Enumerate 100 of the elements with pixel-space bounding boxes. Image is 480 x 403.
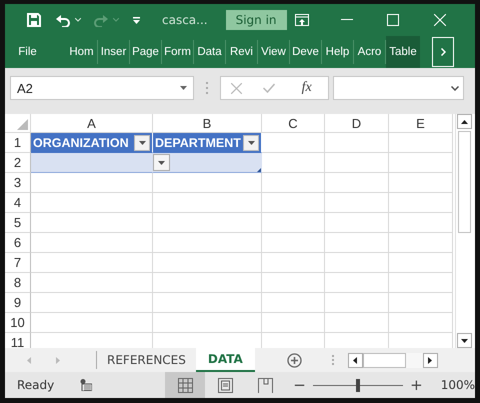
maximize-icon[interactable] (386, 14, 399, 26)
table-cell[interactable] (325, 253, 389, 273)
table-header-cell[interactable]: ORGANIZATION (31, 133, 153, 153)
table-cell[interactable] (325, 213, 389, 233)
column-header[interactable]: C (262, 114, 325, 133)
table-cell[interactable] (153, 193, 262, 213)
table-cell[interactable] (153, 173, 262, 193)
table-cell[interactable] (262, 293, 325, 313)
sign-in-button[interactable]: Sign in (226, 10, 287, 30)
column-header[interactable]: E (389, 114, 453, 133)
table-cell[interactable] (31, 253, 153, 273)
filter-button[interactable] (243, 134, 259, 150)
row-header[interactable]: 7 (5, 253, 31, 273)
row-header[interactable]: 9 (5, 293, 31, 313)
sheet-tab[interactable]: REFERENCES (97, 348, 196, 372)
scroll-thumb[interactable] (458, 131, 471, 233)
undo-icon[interactable] (55, 13, 71, 27)
left-arrow-icon[interactable] (27, 356, 31, 364)
drag-handle-icon[interactable] (206, 82, 208, 94)
table-cell[interactable] (262, 213, 325, 233)
ribbon-tab[interactable]: View (258, 40, 290, 64)
zoom-out-button[interactable]: − (289, 376, 310, 394)
expand-icon[interactable] (451, 86, 459, 90)
table-cell[interactable] (262, 173, 325, 193)
column-header[interactable]: B (153, 114, 262, 133)
minimize-icon[interactable] (340, 19, 353, 21)
column-header[interactable]: A (31, 114, 153, 133)
table-cell[interactable] (389, 293, 453, 313)
table-cell[interactable] (389, 153, 453, 173)
ribbon-tab[interactable]: Hom (66, 40, 98, 64)
table-cell[interactable] (389, 233, 453, 253)
table-cell[interactable] (262, 253, 325, 273)
table-cell[interactable] (31, 153, 153, 173)
table-cell[interactable] (325, 233, 389, 253)
close-icon[interactable] (434, 14, 446, 26)
table-cell[interactable] (389, 313, 453, 333)
list-dropdown-button[interactable] (153, 154, 170, 171)
table-cell[interactable] (325, 133, 389, 153)
row-header[interactable]: 6 (5, 233, 31, 253)
row-header[interactable]: 8 (5, 273, 31, 293)
sheet-tab[interactable]: DATA (196, 348, 255, 372)
ribbon-tab[interactable]: Table (386, 36, 420, 68)
table-cell[interactable] (262, 273, 325, 293)
filter-button[interactable] (134, 134, 150, 150)
vertical-scrollbar[interactable] (455, 114, 473, 348)
ribbon-tab[interactable]: Deve (290, 40, 322, 64)
table-cell[interactable] (389, 173, 453, 193)
table-cell[interactable] (262, 153, 325, 173)
ribbon-tab[interactable]: Help (322, 40, 354, 64)
drag-handle-icon[interactable] (332, 355, 334, 365)
resize-handle-icon[interactable] (257, 168, 261, 172)
table-cell[interactable] (31, 313, 153, 333)
row-header[interactable]: 5 (5, 213, 31, 233)
table-cell[interactable] (31, 293, 153, 313)
table-cell[interactable] (262, 133, 325, 153)
table-cell[interactable] (153, 233, 262, 253)
table-cell[interactable] (262, 193, 325, 213)
dropdown-icon[interactable] (180, 86, 187, 90)
formula-input[interactable] (333, 76, 464, 100)
ribbon-tab[interactable]: Inser (98, 40, 130, 64)
ribbon-tab[interactable]: Page (130, 40, 162, 64)
row-header[interactable]: 4 (5, 193, 31, 213)
customize-icon[interactable] (133, 16, 140, 24)
table-cell[interactable] (31, 213, 153, 233)
horizontal-scrollbar[interactable] (348, 352, 438, 368)
scroll-up-button[interactable] (457, 114, 472, 129)
scroll-left-button[interactable] (348, 352, 363, 368)
table-cell[interactable] (325, 173, 389, 193)
table-cell[interactable] (325, 193, 389, 213)
table-cell[interactable] (153, 293, 262, 313)
caret-icon[interactable] (75, 18, 81, 22)
table-cell[interactable] (389, 213, 453, 233)
insert-function-button[interactable]: fx (296, 79, 318, 97)
save-icon[interactable] (27, 13, 41, 27)
zoom-in-button[interactable]: + (406, 376, 427, 394)
slider-thumb[interactable] (356, 378, 360, 392)
row-header[interactable]: 3 (5, 173, 31, 193)
scroll-right-button[interactable] (422, 352, 438, 368)
accessibility-icon[interactable] (80, 379, 92, 391)
ribbon-tab[interactable]: Data (194, 40, 226, 64)
table-cell[interactable] (153, 153, 262, 173)
view-button[interactable] (165, 372, 206, 398)
name-box[interactable]: A2 (10, 76, 194, 100)
scroll-tabs-button[interactable] (432, 37, 454, 67)
table-cell[interactable] (325, 273, 389, 293)
scroll-thumb[interactable] (362, 352, 406, 368)
table-cell[interactable] (31, 193, 153, 213)
table-cell[interactable] (153, 213, 262, 233)
scroll-down-button[interactable] (457, 333, 472, 348)
table-cell[interactable] (153, 253, 262, 273)
table-cell[interactable] (153, 313, 262, 333)
table-cell[interactable] (389, 253, 453, 273)
table-cell[interactable] (325, 313, 389, 333)
table-cell[interactable] (31, 173, 153, 193)
table-header-cell[interactable]: DEPARTMENT (153, 133, 262, 153)
ribbon-display-icon[interactable] (294, 14, 309, 26)
ribbon-tab[interactable]: Revi (226, 40, 258, 64)
column-header[interactable]: D (325, 114, 389, 133)
table-cell[interactable] (262, 233, 325, 253)
table-cell[interactable] (31, 273, 153, 293)
